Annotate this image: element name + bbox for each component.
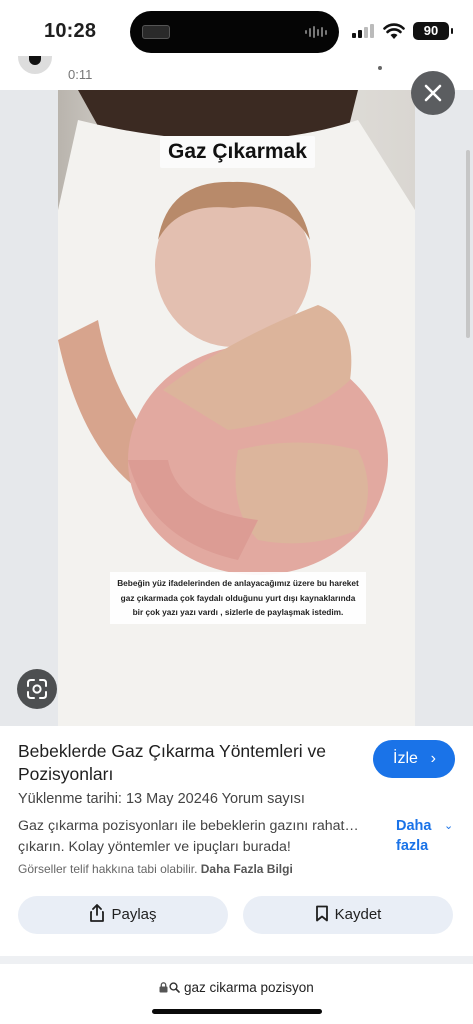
copyright-notice: Görseller telif hakkına tabi olabilir. D… bbox=[18, 862, 293, 876]
google-lens-button[interactable] bbox=[17, 669, 57, 709]
google-lens-icon bbox=[27, 679, 47, 699]
save-label: Kaydet bbox=[334, 906, 382, 923]
result-info-card: Bebeklerde Gaz Çıkarma Yöntemleri ve Poz… bbox=[0, 726, 473, 956]
description-line-2: çıkarın. Kolay yöntemler ve ipuçları bur… bbox=[18, 839, 291, 855]
url-display[interactable]: gaz cikarma pozisyon bbox=[0, 980, 473, 995]
video-duration: 0:11 bbox=[68, 67, 93, 82]
chevron-right-icon: › bbox=[430, 750, 436, 767]
close-button[interactable] bbox=[411, 71, 455, 115]
video-title-overlay: Gaz Çıkarmak bbox=[160, 136, 315, 168]
search-icon bbox=[169, 982, 181, 993]
chevron-down-icon: ⌄ bbox=[444, 820, 454, 832]
url-text: gaz cikarma pozisyon bbox=[183, 980, 314, 995]
video-thumbnail[interactable]: Gaz Çıkarmak Bebeğin yüz ifadelerinden d… bbox=[58, 90, 415, 726]
share-button[interactable]: Paylaş bbox=[18, 896, 228, 934]
battery-indicator: 90 bbox=[413, 22, 453, 40]
watch-label: İzle bbox=[393, 750, 418, 767]
copyright-text: Görseller telif hakkına tabi olabilir. bbox=[18, 862, 198, 876]
save-button[interactable]: Kaydet bbox=[243, 896, 453, 934]
more-button[interactable]: Daha fazla ⌄ bbox=[396, 816, 453, 856]
scrollbar[interactable] bbox=[466, 150, 470, 338]
video-caption-overlay: Bebeğin yüz ifadelerinden de anlayacağım… bbox=[110, 572, 366, 624]
more-label-line-2: fazla bbox=[396, 838, 429, 854]
channel-avatar bbox=[18, 56, 52, 74]
video-frame-illustration bbox=[58, 90, 415, 726]
browser-address-bar[interactable]: gaz cikarma pozisyon bbox=[0, 964, 473, 1024]
upload-meta: Yüklenme tarihi: 13 May 20246 Yorum sayı… bbox=[18, 791, 305, 807]
more-label-line-1: Daha bbox=[396, 818, 432, 834]
more-dot bbox=[378, 66, 382, 70]
status-time: 10:28 bbox=[44, 20, 97, 42]
dynamic-island bbox=[130, 11, 339, 53]
media-preview: Gaz Çıkarmak Bebeğin yüz ifadelerinden d… bbox=[0, 90, 473, 726]
result-description: Gaz çıkarma pozisyonları ile bebeklerin … bbox=[18, 816, 384, 858]
description-line-1: Gaz çıkarma pozisyonları ile bebeklerin … bbox=[18, 818, 359, 834]
lock-icon bbox=[159, 982, 168, 993]
share-label: Paylaş bbox=[111, 906, 157, 923]
home-indicator[interactable] bbox=[152, 1009, 322, 1014]
share-icon bbox=[90, 904, 105, 922]
island-app-icon bbox=[142, 25, 170, 39]
result-title[interactable]: Bebeklerde Gaz Çıkarma Yöntemleri ve Poz… bbox=[18, 740, 358, 786]
bookmark-icon bbox=[315, 905, 328, 922]
audio-wave-icon bbox=[305, 26, 327, 38]
copyright-more-link[interactable]: Daha Fazla Bilgi bbox=[201, 862, 293, 876]
watch-button[interactable]: İzle › bbox=[373, 740, 455, 778]
divider bbox=[0, 956, 473, 964]
status-bar: 10:28 90 bbox=[0, 0, 473, 62]
wifi-icon bbox=[383, 23, 405, 39]
close-icon bbox=[424, 84, 442, 102]
cellular-signal-icon bbox=[352, 24, 374, 38]
previous-result-row[interactable]: 0:11 bbox=[0, 56, 473, 90]
